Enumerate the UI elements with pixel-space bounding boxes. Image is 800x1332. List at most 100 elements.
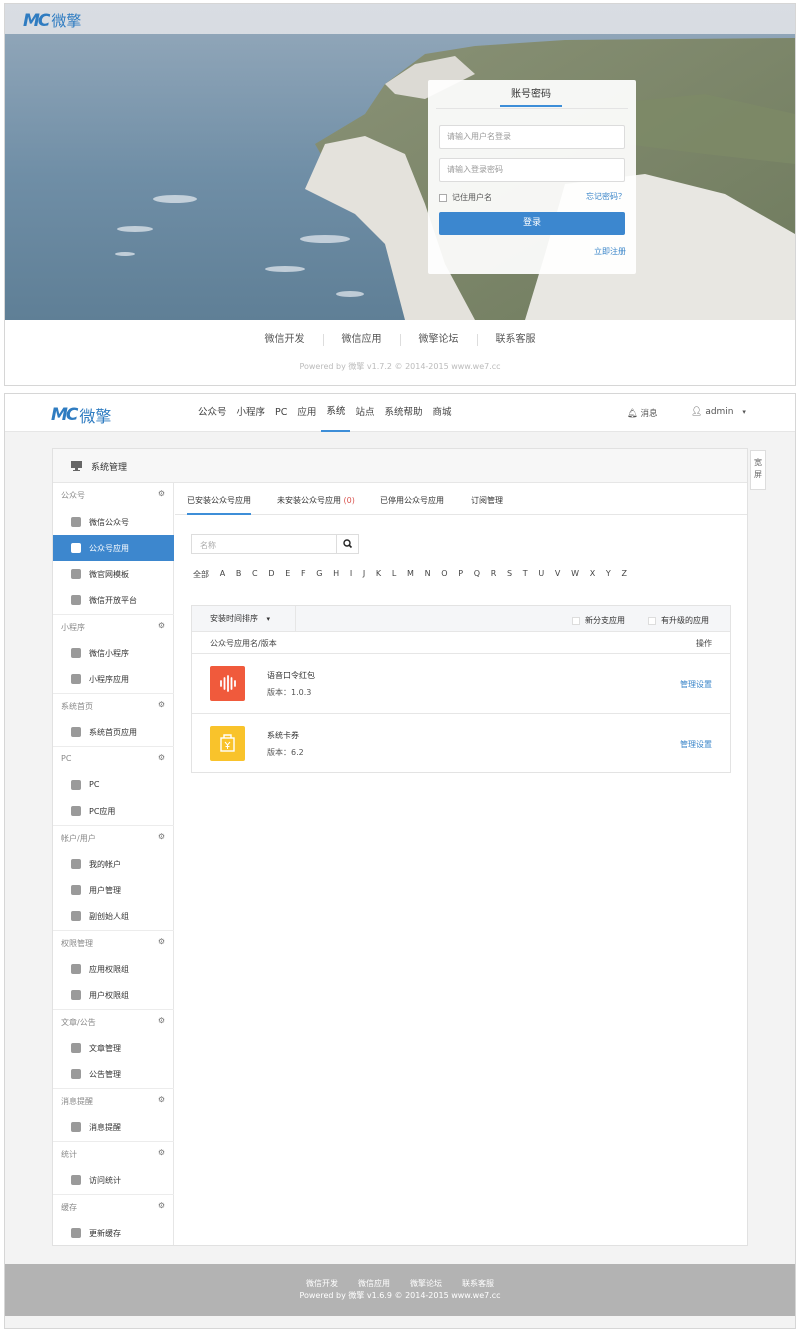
filter-new-branch[interactable]: 新分支应用 — [572, 615, 625, 626]
letter-filter-item[interactable]: G — [316, 569, 322, 580]
gear-icon[interactable]: ⚙ — [158, 753, 165, 762]
upgradable-checkbox[interactable] — [648, 616, 656, 625]
nav-mini-program[interactable]: 小程序 — [232, 394, 271, 432]
search-input[interactable]: 名称 — [200, 540, 216, 551]
nav-apps[interactable]: 应用 — [292, 394, 321, 432]
footer-link-forum[interactable]: 微擎论坛 — [401, 334, 478, 346]
manage-settings-link[interactable]: 管理设置 — [680, 739, 712, 750]
sidebar-item[interactable]: 消息提醒 — [53, 1114, 174, 1140]
footer-link-forum[interactable]: 微擎论坛 — [400, 1278, 452, 1289]
letter-filter-item[interactable]: Z — [621, 569, 626, 580]
letter-filter-item[interactable]: X — [590, 569, 595, 580]
letter-filter-item[interactable]: M — [407, 569, 414, 580]
sidebar-item[interactable]: 公告管理 — [53, 1061, 174, 1087]
tab-subscribe[interactable]: 订阅管理 — [471, 495, 503, 506]
sidebar-item[interactable]: 小程序应用 — [53, 666, 174, 692]
sidebar-item[interactable]: 微信公众号 — [53, 509, 174, 535]
letter-filter-item[interactable]: B — [236, 569, 242, 580]
sort-dropdown[interactable]: 安装时间排序 ▾ — [192, 606, 296, 631]
nav-store[interactable]: 商城 — [427, 394, 456, 432]
sidebar-item[interactable]: 用户权限组 — [53, 982, 174, 1008]
tab-installed[interactable]: 已安装公众号应用 — [187, 495, 251, 515]
letter-filter-item[interactable]: J — [363, 569, 365, 580]
letter-filter-item[interactable]: V — [555, 569, 560, 580]
register-link[interactable]: 立即注册 — [594, 246, 626, 257]
sidebar-item-label: 小程序应用 — [89, 675, 129, 684]
filter-upgradable[interactable]: 有升级的应用 — [648, 615, 709, 626]
letter-filter-item[interactable]: F — [301, 569, 306, 580]
sidebar-item[interactable]: 公众号应用 — [53, 535, 174, 561]
letter-filter-item[interactable]: Y — [606, 569, 611, 580]
password-input[interactable]: 请输入登录密码 — [439, 158, 625, 182]
letter-filter-item[interactable]: K — [376, 569, 381, 580]
letter-filter-item[interactable]: U — [538, 569, 544, 580]
nav-pc[interactable]: PC — [270, 394, 292, 432]
footer-link-support[interactable]: 联系客服 — [478, 334, 554, 346]
gear-icon[interactable]: ⚙ — [158, 832, 165, 841]
admin-logo[interactable]: MC 微擎 — [51, 403, 111, 427]
search-button[interactable] — [336, 535, 358, 553]
letter-filter-item[interactable]: Q — [474, 569, 480, 580]
remember-username[interactable]: 记住用户名 — [439, 192, 492, 203]
sidebar-item[interactable]: 用户管理 — [53, 877, 174, 903]
letter-filter-item[interactable]: C — [252, 569, 258, 580]
login-logo[interactable]: MC 微擎 — [23, 10, 81, 31]
sidebar-item[interactable]: 更新缓存 — [53, 1220, 174, 1246]
letter-filter-item[interactable]: P — [458, 569, 463, 580]
messages-button[interactable]: 🔔︎ 消息 — [627, 407, 658, 419]
nav-official-account[interactable]: 公众号 — [193, 394, 232, 432]
tab-disabled[interactable]: 已停用公众号应用 — [380, 495, 444, 506]
letter-filter-item[interactable]: L — [392, 569, 396, 580]
user-menu[interactable]: 👤︎ admin ▾ — [691, 407, 746, 417]
gear-icon[interactable]: ⚙ — [158, 489, 165, 498]
letter-filter-item[interactable]: A — [220, 569, 225, 580]
footer-link-wechat-apps[interactable]: 微信应用 — [324, 334, 401, 346]
sidebar-item[interactable]: 访问统计 — [53, 1167, 174, 1193]
gear-icon[interactable]: ⚙ — [158, 1095, 165, 1104]
gear-icon[interactable]: ⚙ — [158, 1148, 165, 1157]
nav-site[interactable]: 站点 — [350, 394, 379, 432]
letter-filter-item[interactable]: T — [523, 569, 528, 580]
tab-uninstalled[interactable]: 未安装公众号应用 (0) — [277, 495, 355, 506]
letter-filter-item[interactable]: D — [268, 569, 274, 580]
letter-filter-item[interactable]: S — [507, 569, 512, 580]
sidebar-item[interactable]: 微信小程序 — [53, 640, 174, 666]
tab-account-password[interactable]: 账号密码 — [500, 85, 562, 107]
footer-link-wechat-apps[interactable]: 微信应用 — [348, 1278, 400, 1289]
footer-link-wechat-dev[interactable]: 微信开发 — [247, 334, 324, 346]
letter-filter-item[interactable]: I — [350, 569, 352, 580]
letter-filter-item[interactable]: N — [425, 569, 431, 580]
gear-icon[interactable]: ⚙ — [158, 700, 165, 709]
username-input[interactable]: 请输入用户名登录 — [439, 125, 625, 149]
wide-screen-toggle[interactable]: 宽屏 — [750, 450, 766, 490]
letter-filter-item[interactable]: H — [333, 569, 339, 580]
login-button[interactable]: 登录 — [439, 212, 625, 235]
sidebar-item[interactable]: 副创始人组 — [53, 903, 174, 929]
sidebar-item[interactable]: 应用权限组 — [53, 956, 174, 982]
sidebar-item[interactable]: 微信开放平台 — [53, 587, 174, 613]
gear-icon[interactable]: ⚙ — [158, 1016, 165, 1025]
letter-filter-item[interactable]: O — [441, 569, 447, 580]
letter-filter-item[interactable]: W — [571, 569, 579, 580]
sidebar-item[interactable]: 文章管理 — [53, 1035, 174, 1061]
forgot-password-link[interactable]: 忘记密码？ — [586, 191, 626, 202]
letter-filter-item[interactable]: 全部 — [193, 569, 209, 580]
letter-filter-item[interactable]: R — [491, 569, 497, 580]
sidebar-item[interactable]: PC应用 — [53, 798, 174, 824]
sidebar-item[interactable]: 我的帐户 — [53, 851, 174, 877]
footer-link-support[interactable]: 联系客服 — [452, 1278, 504, 1289]
manage-settings-link[interactable]: 管理设置 — [680, 679, 712, 690]
remember-checkbox[interactable] — [439, 193, 447, 202]
footer-link-wechat-dev[interactable]: 微信开发 — [296, 1278, 348, 1289]
sidebar-item[interactable]: 系统首页应用 — [53, 719, 174, 745]
sidebar-item-label: 微官网模板 — [89, 570, 129, 579]
gear-icon[interactable]: ⚙ — [158, 621, 165, 630]
nav-system[interactable]: 系统 — [321, 394, 351, 432]
sidebar-item[interactable]: 微官网模板 — [53, 561, 174, 587]
gear-icon[interactable]: ⚙ — [158, 937, 165, 946]
sidebar-item[interactable]: PC — [53, 772, 174, 798]
new-branch-checkbox[interactable] — [572, 616, 580, 625]
letter-filter-item[interactable]: E — [285, 569, 290, 580]
nav-system-help[interactable]: 系统帮助 — [379, 394, 427, 432]
gear-icon[interactable]: ⚙ — [158, 1201, 165, 1210]
